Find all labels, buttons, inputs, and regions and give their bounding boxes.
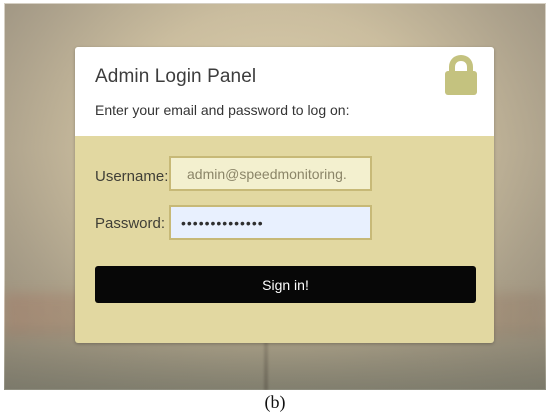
username-label: Username: [95, 168, 169, 185]
admin-login-panel: Admin Login Panel Enter your email and p… [75, 47, 494, 343]
lock-icon [444, 55, 478, 96]
sign-in-button[interactable]: Sign in! [95, 266, 476, 303]
password-label: Password: [95, 215, 166, 232]
lock-shackle [449, 55, 473, 75]
figure-caption: (b) [264, 392, 286, 412]
login-screenshot: Admin Login Panel Enter your email and p… [4, 3, 546, 390]
panel-title: Admin Login Panel [95, 66, 257, 87]
lock-icon-svg [445, 55, 477, 95]
lock-body [445, 71, 477, 95]
password-field[interactable] [169, 205, 372, 240]
username-field[interactable] [169, 156, 372, 191]
login-panel-header: Admin Login Panel Enter your email and p… [75, 47, 494, 136]
panel-subtitle: Enter your email and password to log on: [95, 102, 350, 118]
